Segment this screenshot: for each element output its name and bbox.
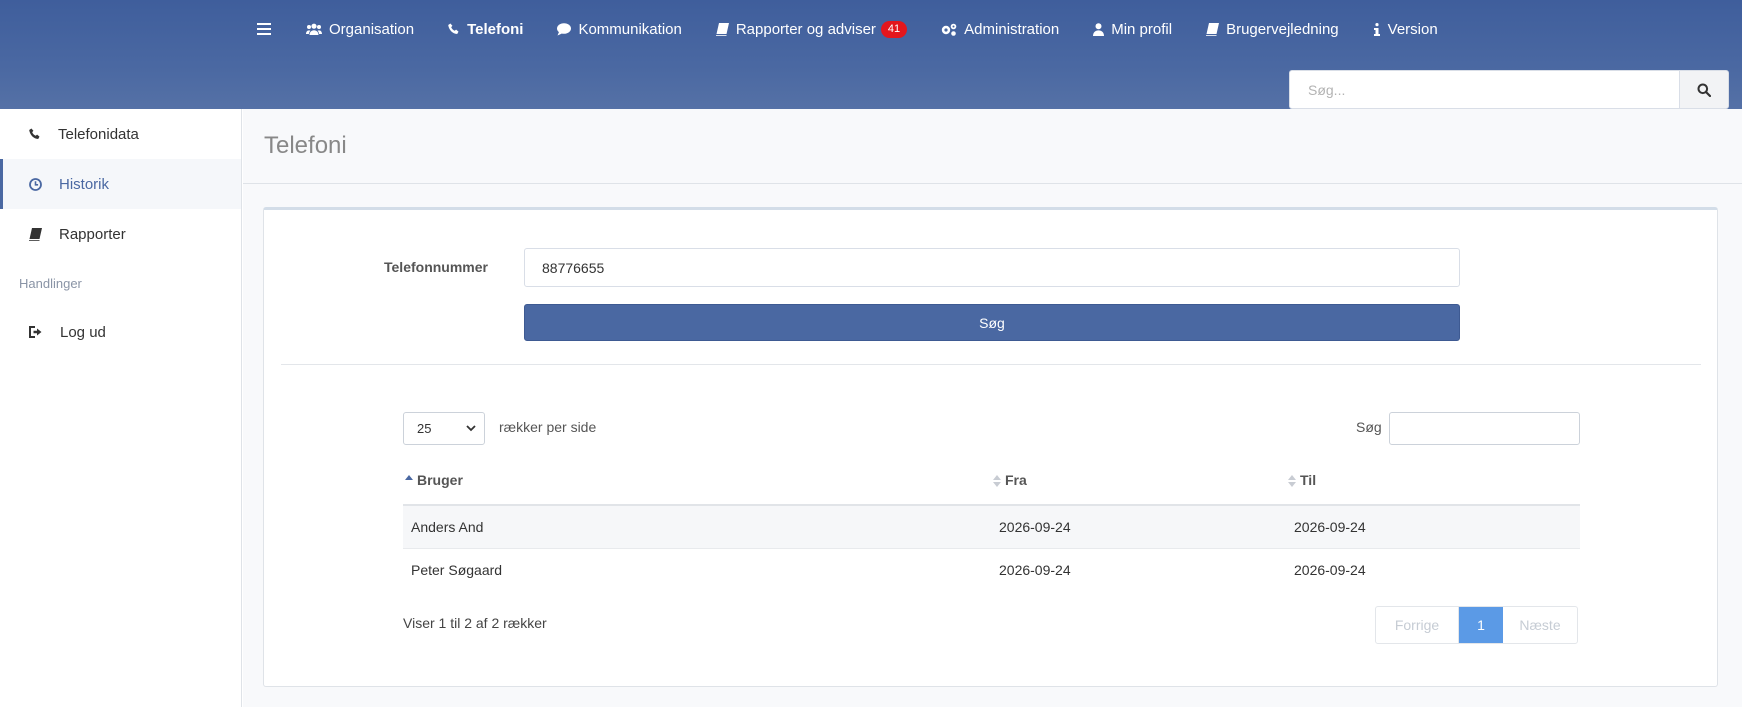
nav-item-organisation[interactable]: Organisation — [306, 21, 414, 38]
nav-label: Version — [1387, 20, 1438, 38]
global-search — [1289, 70, 1729, 109]
search-icon — [1697, 83, 1711, 97]
nav-label: Kommunikation — [578, 20, 682, 38]
column-header-fra[interactable]: Fra — [991, 456, 1286, 506]
nav-item-min-profil[interactable]: Min profil — [1093, 21, 1172, 38]
book-icon — [715, 22, 729, 36]
comment-icon — [557, 22, 572, 35]
table-filter-label: Søg — [1356, 419, 1382, 435]
page-length-value: 25 — [417, 421, 432, 436]
chevron-down-icon — [466, 425, 476, 432]
sidebar-item-label: Historik — [59, 175, 110, 193]
table-row[interactable]: Anders And 2026-09-24 2026-09-24 — [403, 505, 1580, 549]
clock-icon — [29, 177, 42, 191]
sidebar-item-rapporter[interactable]: Rapporter — [0, 209, 241, 259]
page-header: Telefoni — [243, 109, 1742, 184]
search-card: Telefonnummer Søg 25 rækker per side Søg… — [263, 207, 1718, 687]
users-icon — [306, 23, 322, 35]
page-title: Telefoni — [264, 132, 347, 159]
nav-item-brugervejledning[interactable]: Brugervejledning — [1206, 21, 1339, 38]
nav-item-administration[interactable]: Administration — [941, 21, 1059, 38]
table-header-row: Bruger Fra Til — [403, 456, 1580, 506]
nav-label: Rapporter og adviser — [735, 20, 876, 38]
sidebar-item-telefonidata[interactable]: Telefonidata — [0, 109, 241, 159]
info-icon — [1373, 22, 1380, 36]
main-content: Telefoni Telefonnummer Søg 25 rækker per… — [243, 109, 1742, 707]
sidebar-item-label: Rapporter — [59, 225, 126, 243]
table-info: Viser 1 til 2 af 2 rækker — [403, 615, 547, 631]
sidebar: Telefonidata Historik Rapporter Handling… — [0, 109, 242, 707]
book-icon — [1206, 22, 1220, 36]
top-header: Organisation Telefoni Kommunikation Rapp… — [0, 0, 1742, 109]
phone-label: Telefonnummer — [384, 259, 488, 275]
book-icon — [29, 227, 42, 241]
pagination-next-button[interactable]: Næste — [1503, 607, 1577, 643]
global-search-input[interactable] — [1289, 70, 1679, 109]
nav-label: Organisation — [329, 20, 415, 38]
cell-bruger: Anders And — [403, 505, 991, 549]
cell-til: 2026-09-24 — [1286, 505, 1580, 549]
sort-asc-icon — [405, 475, 413, 481]
divider — [281, 364, 1701, 365]
menu-toggle-button[interactable] — [257, 23, 278, 35]
sidebar-item-historik[interactable]: Historik — [0, 159, 241, 209]
cell-fra: 2026-09-24 — [991, 505, 1286, 549]
pagination-page-button[interactable]: 1 — [1459, 607, 1503, 643]
cell-til: 2026-09-24 — [1294, 561, 1366, 578]
phone-form-row: Telefonnummer — [264, 248, 1717, 288]
nav-item-kommunikation[interactable]: Kommunikation — [557, 20, 682, 38]
page-length-select[interactable]: 25 — [403, 412, 485, 445]
table-filter-input[interactable] — [1389, 412, 1580, 445]
user-icon — [1093, 22, 1105, 36]
main-nav: Organisation Telefoni Kommunikation Rapp… — [257, 0, 1472, 58]
nav-label: Telefoni — [467, 20, 524, 38]
pagination-prev-button[interactable]: Forrige — [1376, 607, 1459, 643]
hamburger-icon — [257, 23, 271, 35]
notification-badge: 41 — [880, 20, 908, 38]
pagination: Forrige 1 Næste — [1375, 606, 1578, 644]
sign-out-icon — [29, 326, 42, 338]
sidebar-item-label: Log ud — [60, 323, 106, 341]
nav-label: Min profil — [1111, 20, 1173, 38]
sort-both-icon — [993, 475, 1001, 488]
nav-item-version[interactable]: Version — [1373, 21, 1438, 38]
phone-icon — [29, 128, 40, 139]
sidebar-item-label: Telefonidata — [58, 125, 139, 143]
nav-item-telefoni[interactable]: Telefoni — [448, 21, 523, 38]
phone-icon — [448, 23, 459, 34]
history-table: Bruger Fra Til Anders And 2026-09-24 202… — [403, 456, 1580, 591]
search-button[interactable]: Søg — [524, 304, 1460, 341]
nav-label: Brugervejledning — [1226, 20, 1339, 38]
sort-both-icon — [1288, 475, 1296, 488]
cell-bruger: Peter Søgaard — [411, 561, 503, 578]
sidebar-heading: Handlinger — [19, 275, 82, 291]
column-header-bruger[interactable]: Bruger — [403, 456, 991, 506]
column-header-til[interactable]: Til — [1286, 456, 1580, 506]
cell-fra: 2026-09-24 — [999, 561, 1071, 578]
cogs-icon — [941, 23, 957, 36]
nav-item-rapporter-og-adviser[interactable]: Rapporter og adviser 41 — [715, 20, 908, 38]
table-row[interactable]: Peter Søgaard 2026-09-24 2026-09-24 — [403, 548, 1580, 591]
global-search-button[interactable] — [1679, 70, 1729, 109]
phone-input[interactable] — [524, 248, 1460, 287]
sidebar-item-log-ud[interactable]: Log ud — [0, 307, 241, 357]
nav-label: Administration — [964, 20, 1060, 38]
page-length-label: rækker per side — [499, 419, 597, 435]
